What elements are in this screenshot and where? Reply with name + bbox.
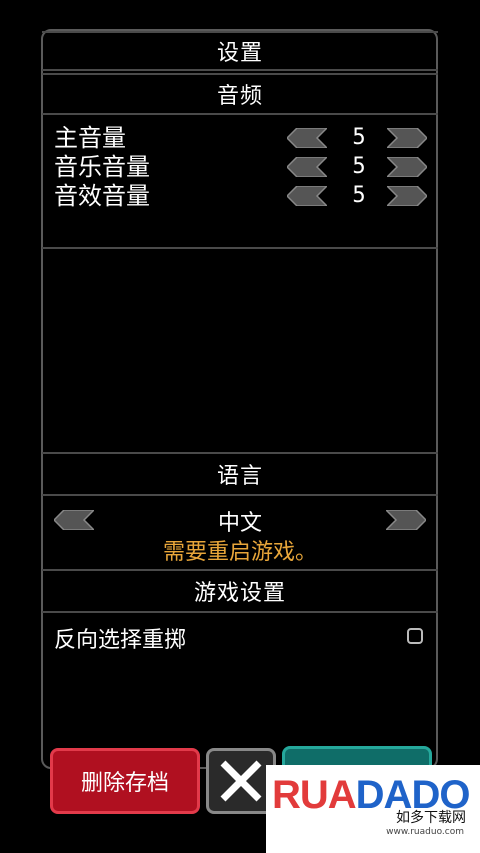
volume-increase-icon[interactable] xyxy=(387,128,427,148)
music-volume-value: 5 xyxy=(352,154,366,179)
music-volume-label: 音乐音量 xyxy=(54,153,150,181)
delete-save-button[interactable]: 删除存档 xyxy=(50,748,200,814)
restart-notice: 需要重启游戏。 xyxy=(162,540,317,565)
watermark-logo: RUADADO 如多下载网 www.ruaduo.com xyxy=(266,765,480,853)
sfx-volume-value: 5 xyxy=(352,183,366,208)
master-volume-row: 主音量 5 xyxy=(54,124,434,152)
volume-decrease-icon[interactable] xyxy=(287,128,327,148)
sfx-decrease-icon[interactable] xyxy=(287,186,327,206)
sfx-volume-label: 音效音量 xyxy=(54,182,150,210)
game-settings-section-header: 游戏设置 xyxy=(42,569,438,613)
reverse-reroll-checkbox[interactable] xyxy=(407,628,423,644)
master-volume-value: 5 xyxy=(352,125,366,150)
sfx-volume-row: 音效音量 5 xyxy=(54,182,434,210)
reverse-reroll-label: 反向选择重掷 xyxy=(54,628,187,653)
music-volume-row: 音乐音量 5 xyxy=(54,153,434,181)
music-decrease-icon[interactable] xyxy=(287,157,327,177)
language-next-icon[interactable] xyxy=(386,510,426,530)
audio-section-header: 音频 xyxy=(42,73,438,115)
page-title: 设置 xyxy=(42,31,438,71)
language-section-header: 语言 xyxy=(42,452,438,496)
section-divider xyxy=(42,247,438,249)
sfx-increase-icon[interactable] xyxy=(387,186,427,206)
master-volume-label: 主音量 xyxy=(54,124,126,152)
music-increase-icon[interactable] xyxy=(387,157,427,177)
close-icon xyxy=(220,760,262,802)
